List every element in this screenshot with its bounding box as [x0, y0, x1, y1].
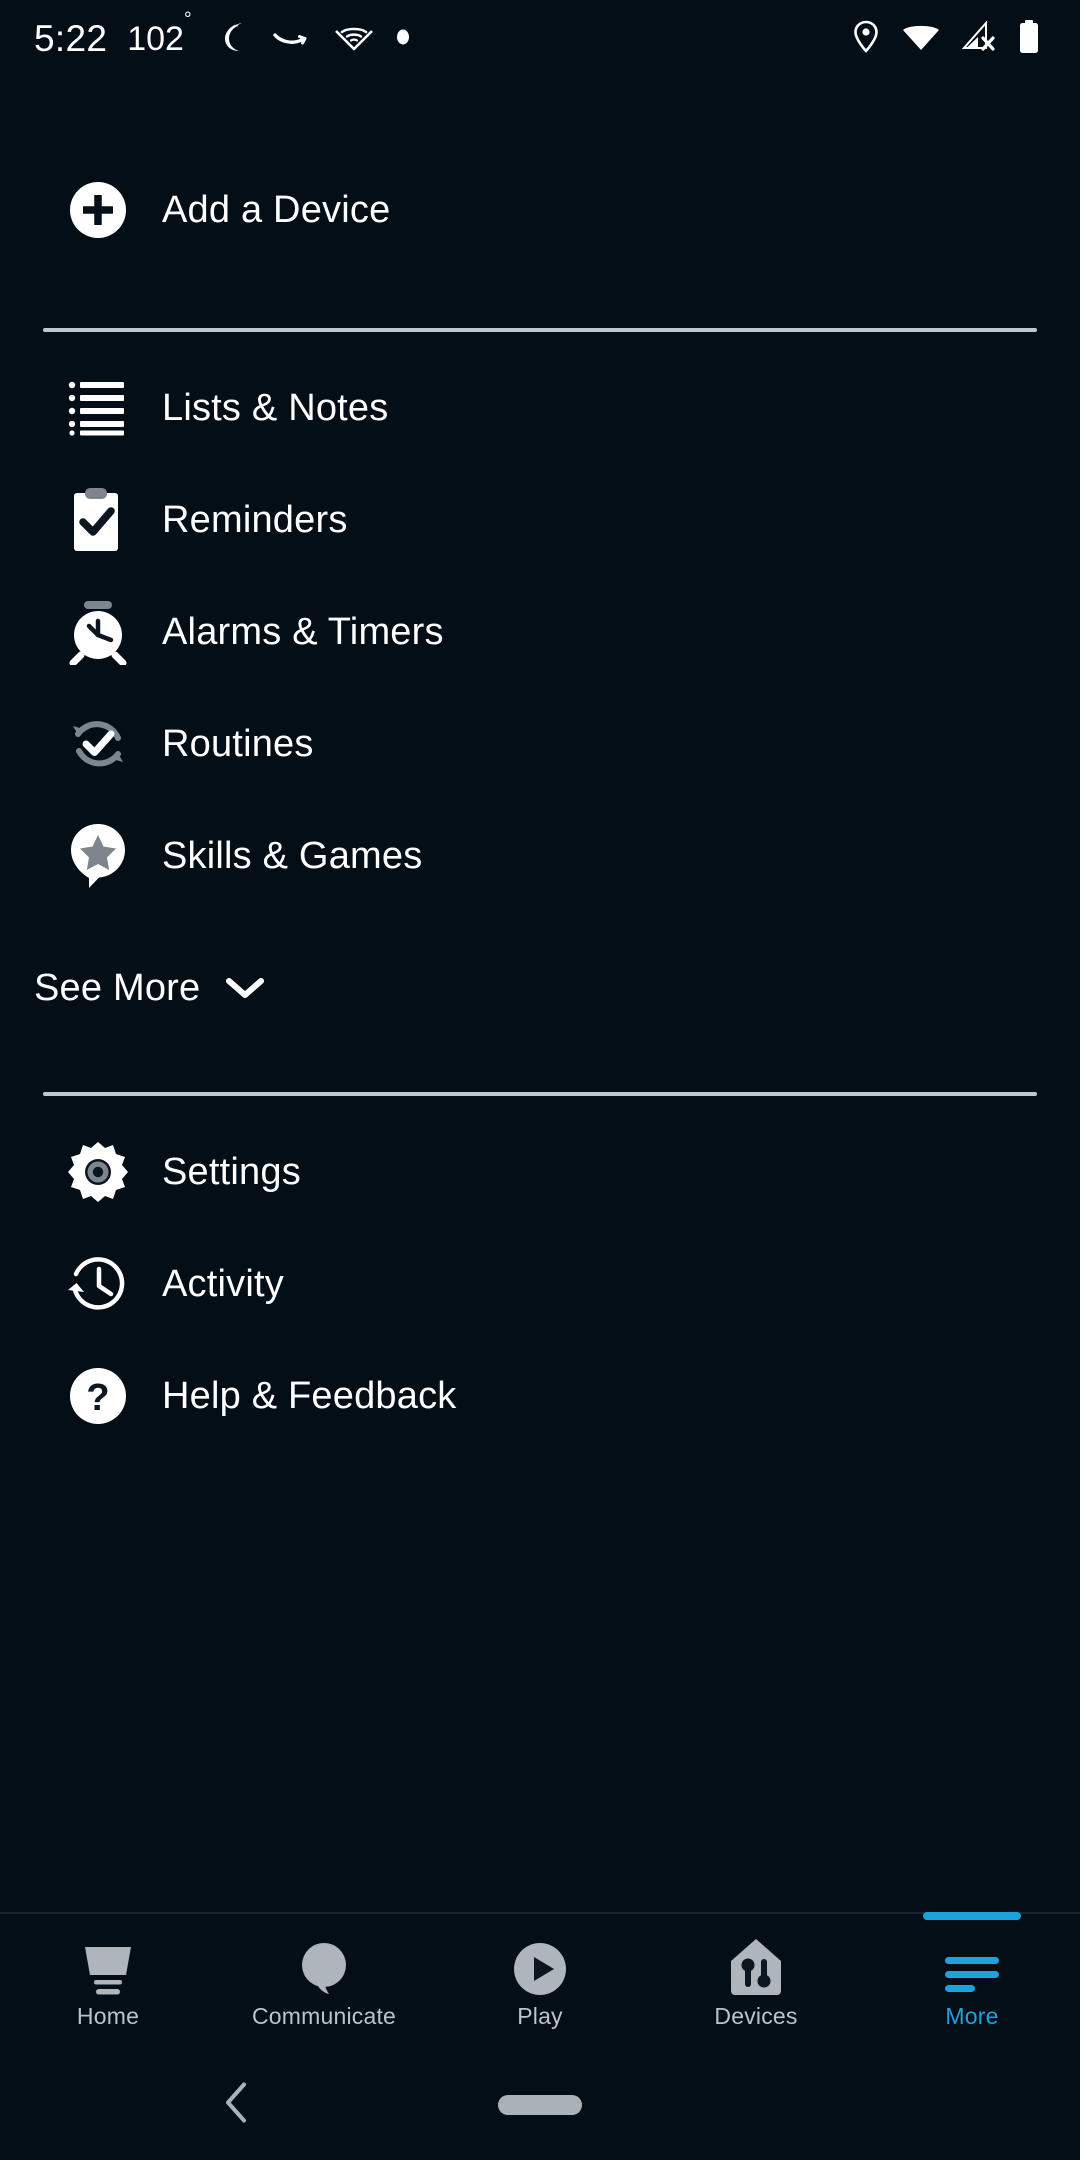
amazon-icon [272, 24, 314, 55]
menu-item-label: Settings [162, 1150, 301, 1193]
menu-item-routines[interactable]: Routines [0, 688, 1080, 800]
menu-item-label: Activity [162, 1262, 284, 1305]
menu-item-label: Help & Feedback [162, 1374, 457, 1417]
back-chevron-icon[interactable] [222, 2081, 252, 2130]
menu-item-label: Alarms & Timers [162, 610, 444, 653]
menu-item-settings[interactable]: Settings [0, 1116, 1080, 1228]
bulleted-list-icon [62, 372, 134, 444]
clock-history-icon [62, 1248, 134, 1320]
menu-item-lists-and-notes[interactable]: Lists & Notes [0, 352, 1080, 464]
play-circle-icon [512, 1935, 568, 1997]
gear-icon [62, 1136, 134, 1208]
chevron-down-icon [224, 975, 266, 1001]
menu-item-label: Add a Device [162, 188, 391, 231]
tab-label: Devices [714, 2002, 798, 2029]
menu-item-skills-and-games[interactable]: Skills & Games [0, 800, 1080, 912]
system-navigation-bar [0, 2050, 1080, 2160]
skills-star-pin-icon [62, 820, 134, 892]
speech-bubble-icon [296, 1935, 352, 1997]
menu-item-label: Reminders [162, 498, 348, 541]
dnd-moon-icon [216, 19, 252, 60]
menu-item-activity[interactable]: Activity [0, 1228, 1080, 1340]
status-bar: 5:22 102° [0, 0, 1080, 78]
tab-devices[interactable]: Devices [648, 1914, 864, 2050]
echo-device-icon [79, 1935, 137, 1997]
battery-icon [1018, 19, 1040, 60]
menu-item-add-a-device[interactable]: Add a Device [0, 154, 1080, 266]
svg-text:?: ? [86, 1377, 109, 1419]
alarm-clock-icon [62, 596, 134, 668]
tab-home[interactable]: Home [0, 1914, 216, 2050]
menu-item-reminders[interactable]: Reminders [0, 464, 1080, 576]
status-bar-right [852, 19, 1052, 60]
plus-circle-icon [62, 174, 134, 246]
notification-dot-icon [394, 26, 412, 53]
tab-label: More [945, 2002, 999, 2029]
location-pin-icon [852, 20, 880, 59]
status-bar-clock: 5:22 [34, 18, 108, 59]
status-bar-left: 5:22 102° [34, 9, 412, 60]
see-more-button[interactable]: See More [0, 940, 1080, 1036]
menu-item-label: Lists & Notes [162, 386, 389, 429]
menu-item-label: Skills & Games [162, 834, 423, 877]
menu-item-label: Routines [162, 722, 314, 765]
audible-icon [334, 19, 374, 60]
tab-communicate[interactable]: Communicate [216, 1914, 432, 2050]
tab-more[interactable]: More [864, 1912, 1080, 2050]
see-more-label: See More [34, 966, 201, 1009]
tab-active-indicator [923, 1912, 1021, 1920]
clipboard-check-icon [62, 484, 134, 556]
question-circle-icon: ? [62, 1360, 134, 1432]
tab-label: Play [517, 2002, 563, 2029]
tab-play[interactable]: Play [432, 1914, 648, 2050]
hamburger-menu-icon [943, 1935, 1001, 1997]
menu-item-help-and-feedback[interactable]: ? Help & Feedback [0, 1340, 1080, 1452]
tab-label: Home [76, 2002, 140, 2029]
bottom-tab-bar: Home Communicate Play Devices More [0, 1912, 1080, 2050]
cellular-no-signal-icon [961, 19, 996, 58]
home-pill-icon[interactable] [498, 2095, 582, 2115]
more-menu: Add a Device Lists & Notes Reminders Ala… [0, 78, 1080, 1452]
house-sliders-icon [728, 1935, 784, 1997]
tab-label: Communicate [251, 2002, 397, 2029]
status-bar-temperature: 102° [127, 9, 192, 58]
menu-item-alarms-and-timers[interactable]: Alarms & Timers [0, 576, 1080, 688]
routines-refresh-check-icon [62, 708, 134, 780]
wifi-icon [902, 22, 940, 57]
